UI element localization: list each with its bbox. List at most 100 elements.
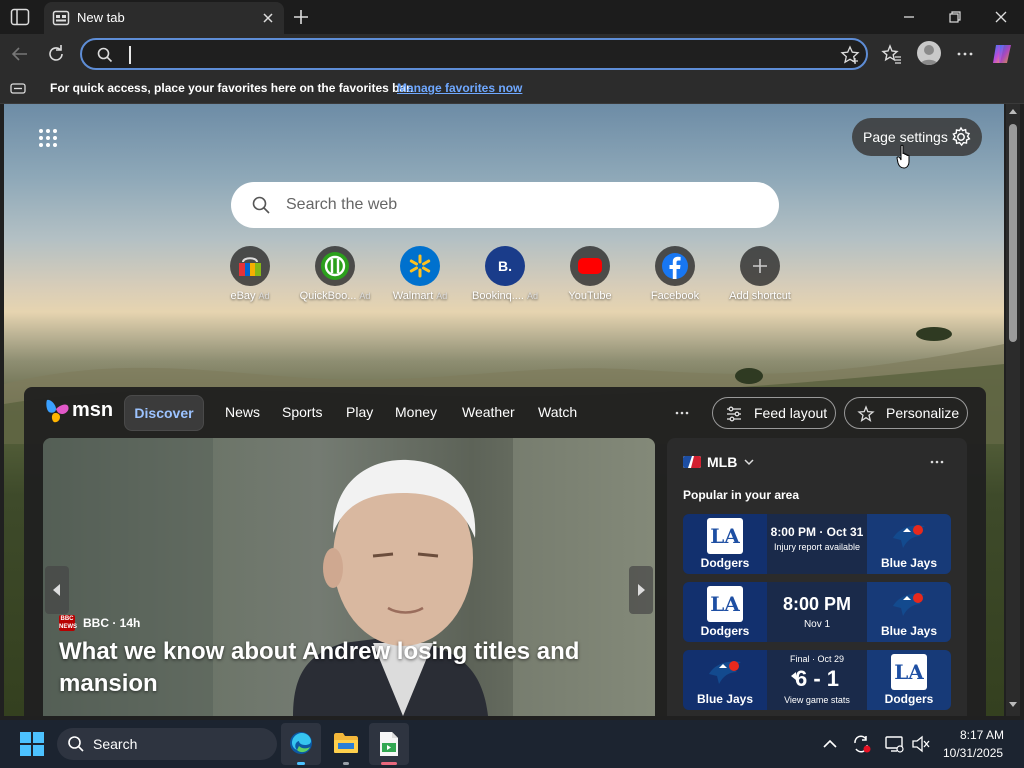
page-scrollbar[interactable]	[1006, 104, 1020, 716]
tab-new-tab[interactable]: New tab	[44, 2, 284, 34]
tab-actions-icon[interactable]	[10, 8, 30, 26]
game-card[interactable]: LA Dodgers 8:00 PM Nov 1 Blue Jays	[683, 582, 951, 642]
game-note: Injury report available	[773, 542, 861, 552]
blue-jays-logo-icon	[893, 593, 925, 616]
back-arrow-icon[interactable]	[8, 42, 32, 66]
browser-window: New tab For quick access, place your fav…	[0, 0, 1024, 768]
page-settings-label: Page settings	[863, 129, 948, 145]
team-panel-left: Blue Jays	[683, 650, 767, 710]
speaker-muted-icon[interactable]	[911, 734, 931, 754]
game-time: 8:00 PM · Oct 31	[770, 525, 864, 539]
new-tab-plus-icon[interactable]	[290, 7, 312, 27]
restore-icon[interactable]	[944, 6, 966, 28]
close-window-icon[interactable]	[990, 6, 1012, 28]
new-tab-favicon-icon	[52, 9, 70, 27]
story-source: BBC · 14h	[83, 616, 141, 630]
more-options-icon[interactable]	[953, 42, 977, 66]
sync-icon[interactable]	[851, 734, 873, 754]
taskbar-edge[interactable]	[281, 723, 321, 765]
chevron-up-icon[interactable]	[820, 734, 840, 754]
taskbar-app[interactable]	[369, 723, 409, 765]
shortcut-facebook[interactable]: Facebook	[633, 244, 717, 308]
shortcut-quickbooks[interactable]: QuickBoo... Ad	[293, 244, 377, 308]
ad-badge: Ad	[526, 291, 538, 301]
dodgers-logo-icon: LA	[707, 586, 743, 622]
tab-news[interactable]: News	[225, 395, 260, 431]
shortcut-label: Walmart	[392, 290, 434, 302]
scroll-down-arrow-icon[interactable]	[1009, 700, 1017, 708]
favorites-bar-message: For quick access, place your favorites h…	[50, 81, 414, 95]
team-name: Dodgers	[884, 692, 934, 706]
close-tab-icon[interactable]	[259, 9, 277, 27]
quickbooks-icon	[315, 246, 355, 286]
tab-sports[interactable]: Sports	[282, 395, 322, 431]
text-caret	[129, 46, 131, 64]
shortcut-booking[interactable]: B. Bookinq.... Ad	[463, 244, 547, 308]
tab-discover[interactable]: Discover	[124, 395, 204, 431]
address-bar[interactable]	[80, 38, 868, 70]
scroll-up-arrow-icon[interactable]	[1009, 108, 1017, 116]
refresh-icon[interactable]	[44, 42, 68, 66]
sparkle-star-icon	[857, 405, 875, 423]
web-search-input[interactable]: Search the web	[286, 196, 397, 214]
display-icon[interactable]	[884, 734, 904, 754]
shortcut-youtube[interactable]: YouTube	[548, 244, 632, 308]
edge-icon	[290, 732, 312, 754]
tab-weather[interactable]: Weather	[462, 395, 515, 431]
game-time: 8:00 PM	[782, 594, 852, 614]
shortcut-ebay[interactable]: eBay Ad	[208, 244, 292, 308]
youtube-icon	[570, 246, 610, 286]
more-tabs-icon[interactable]	[672, 403, 692, 423]
windows-start-icon[interactable]	[20, 732, 44, 756]
story-headline[interactable]: What we know about Andrew losing titles …	[59, 636, 619, 700]
blue-jays-logo-icon	[893, 525, 925, 548]
booking-icon: B.	[485, 246, 525, 286]
personalize-button[interactable]: Personalize	[844, 397, 968, 429]
shortcut-walmart[interactable]: Walmart Ad	[378, 244, 462, 308]
chevron-down-icon[interactable]	[743, 456, 755, 468]
profile-avatar-icon[interactable]	[917, 41, 941, 65]
page-settings-button[interactable]: Page settings	[852, 118, 982, 156]
active-indicator	[381, 762, 397, 765]
scroll-thumb[interactable]	[1009, 124, 1017, 342]
walmart-icon	[400, 246, 440, 286]
game-stats-link[interactable]: View game stats	[767, 695, 867, 705]
hero-story-card[interactable]: BBC NEWS BBC · 14h What we know about An…	[43, 438, 655, 716]
game-card[interactable]: LA Dodgers 8:00 PM · Oct 31 Injury repor…	[683, 514, 951, 574]
active-indicator	[297, 762, 305, 765]
search-icon	[251, 195, 271, 215]
gear-icon	[950, 126, 972, 148]
toolbar	[0, 34, 1024, 74]
msn-brand: msn	[72, 399, 114, 421]
favorites-icon[interactable]	[880, 42, 904, 66]
previous-story-button[interactable]	[45, 566, 69, 614]
app-launcher-icon[interactable]	[38, 128, 58, 148]
game-info: 8:00 PM · Oct 31 Injury report available	[767, 514, 867, 574]
tab-watch[interactable]: Watch	[538, 395, 577, 431]
manage-favorites-link[interactable]: Manage favorites now	[397, 81, 522, 95]
shortcut-label: QuickBoo...	[299, 290, 357, 302]
copilot-icon[interactable]	[990, 42, 1014, 66]
ad-badge: Ad	[258, 291, 270, 301]
team-panel-right: Blue Jays	[867, 582, 951, 642]
minimize-icon[interactable]	[898, 6, 920, 28]
taskbar-search[interactable]: Search	[57, 728, 277, 760]
next-story-button[interactable]	[629, 566, 653, 614]
more-options-icon[interactable]	[929, 454, 945, 470]
personalize-label: Personalize	[886, 405, 960, 421]
feed-layout-button[interactable]: Feed layout	[712, 397, 836, 429]
game-card[interactable]: Blue Jays Final · Oct 29 6 - 1 View game…	[683, 650, 951, 710]
search-icon	[96, 46, 114, 64]
title-bar: New tab	[0, 0, 1024, 34]
add-favorite-star-icon[interactable]	[840, 45, 860, 65]
dodgers-logo-icon: LA	[891, 654, 927, 690]
taskbar-file-explorer[interactable]	[326, 723, 366, 765]
team-panel-left: LA Dodgers	[683, 582, 767, 642]
tab-play[interactable]: Play	[346, 395, 373, 431]
web-search-box[interactable]: Search the web	[231, 182, 779, 228]
ad-badge: Ad	[359, 291, 371, 301]
league-selector[interactable]: MLB	[707, 454, 737, 470]
team-name: Blue Jays	[880, 556, 938, 570]
tab-money[interactable]: Money	[395, 395, 437, 431]
add-shortcut-button[interactable]: Add shortcut	[718, 244, 802, 308]
